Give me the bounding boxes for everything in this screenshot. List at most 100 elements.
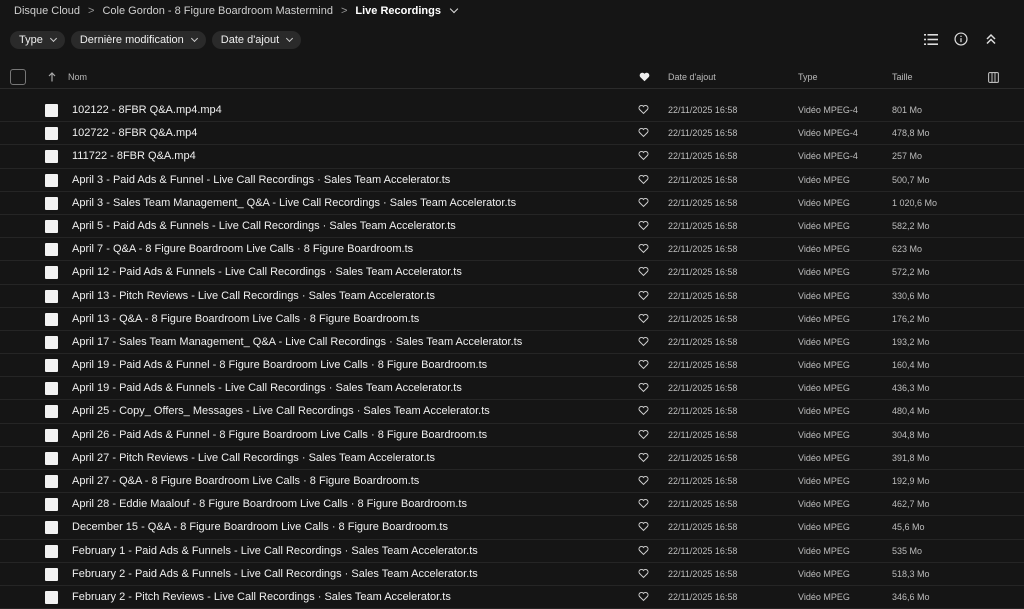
select-all-checkbox[interactable] [10,69,26,85]
table-row[interactable]: April 26 - Paid Ads & Funnel - 8 Figure … [0,424,1024,447]
file-name[interactable]: April 13 - Pitch Reviews - Live Call Rec… [72,285,435,308]
file-name[interactable]: April 19 - Paid Ads & Funnel - 8 Figure … [72,354,487,377]
table-row[interactable]: 111722 - 8FBR Q&A.mp4 22/11/2025 16:58 Vid… [0,145,1024,169]
file-name[interactable]: April 25 - Copy_ Offers_ Messages - Live… [72,400,490,423]
file-name[interactable]: April 17 - Sales Team Management_ Q&A - … [72,331,522,354]
column-header-date-added[interactable]: Date d'ajout [668,66,716,88]
table-row[interactable]: April 3 - Paid Ads & Funnel - Live Call … [0,169,1024,192]
favorite-heart-icon[interactable] [638,591,649,605]
table-row[interactable]: February 1 - Paid Ads & Funnels - Live C… [0,540,1024,563]
file-name[interactable]: 102722 - 8FBR Q&A.mp4 [72,122,197,145]
file-date-added: 22/11/2025 16:58 [668,128,738,139]
table-row[interactable]: February 2 - Paid Ads & Funnels - Live C… [0,563,1024,586]
favorite-heart-icon[interactable] [638,220,649,234]
chevron-down-icon[interactable] [449,4,459,14]
file-name[interactable]: February 1 - Paid Ads & Funnels - Live C… [72,540,478,563]
file-name[interactable]: February 2 - Paid Ads & Funnels - Live C… [72,563,478,586]
favorite-heart-icon[interactable] [638,545,649,559]
favorite-heart-icon[interactable] [638,243,649,257]
table-row[interactable]: April 3 - Sales Team Management_ Q&A - L… [0,192,1024,215]
table-row[interactable]: April 13 - Pitch Reviews - Live Call Rec… [0,285,1024,308]
file-name[interactable]: April 19 - Paid Ads & Funnels - Live Cal… [72,377,462,400]
breadcrumb-current-folder[interactable]: Live Recordings [355,5,441,17]
favorite-heart-icon[interactable] [638,359,649,373]
table-row[interactable]: April 5 - Paid Ads & Funnels - Live Call… [0,215,1024,239]
file-name[interactable]: April 3 - Sales Team Management_ Q&A - L… [72,192,516,215]
file-name[interactable]: April 5 - Paid Ads & Funnels - Live Call… [72,215,456,238]
file-name[interactable]: April 28 - Eddie Maalouf - 8 Figure Boar… [72,493,467,516]
file-name[interactable]: April 27 - Q&A - 8 Figure Boardroom Live… [72,470,419,493]
favorite-heart-icon[interactable] [638,127,649,141]
info-icon[interactable] [954,31,968,47]
favorite-heart-icon[interactable] [638,336,649,350]
favorite-heart-icon[interactable] [638,266,649,280]
file-date-added: 22/11/2025 16:58 [668,568,738,579]
table-row[interactable]: December 15 - Q&A - 8 Figure Boardroom L… [0,516,1024,540]
file-date-added: 22/11/2025 16:58 [668,267,738,278]
filter-date-added-button[interactable]: Date d'ajout [211,31,302,49]
favorite-heart-icon[interactable] [638,452,649,466]
breadcrumb-item-folder[interactable]: Cole Gordon - 8 Figure Boardroom Masterm… [102,5,332,17]
favorite-heart-icon[interactable] [638,104,649,118]
table-row[interactable]: April 7 - Q&A - 8 Figure Boardroom Live … [0,238,1024,262]
favorite-heart-icon[interactable] [638,313,649,327]
favorite-heart-icon[interactable] [638,150,649,164]
file-type: Vidéo MPEG [798,406,850,417]
breadcrumb-item-disque-cloud[interactable]: Disque Cloud [14,5,80,17]
file-name[interactable]: April 27 - Pitch Reviews - Live Call Rec… [72,447,435,470]
file-name[interactable]: April 26 - Paid Ads & Funnel - 8 Figure … [72,424,487,447]
table-row[interactable]: April 28 - Eddie Maalouf - 8 Figure Boar… [0,493,1024,517]
file-name[interactable]: April 12 - Paid Ads & Funnels - Live Cal… [72,261,462,284]
sort-arrow-icon[interactable] [48,66,56,88]
table-row[interactable]: 102722 - 8FBR Q&A.mp4 22/11/2025 16:58 Vid… [0,122,1024,146]
columns-settings-icon[interactable] [988,66,999,88]
table-row[interactable]: April 19 - Paid Ads & Funnels - Live Cal… [0,377,1024,401]
file-name[interactable]: April 13 - Q&A - 8 Figure Boardroom Live… [72,308,419,331]
list-view-icon[interactable] [924,31,938,47]
file-thumbnail [45,219,58,233]
favorite-heart-icon[interactable] [638,568,649,582]
filter-type-button[interactable]: Type [10,31,65,49]
favorite-heart-icon[interactable] [638,521,649,535]
table-row[interactable]: 102122 - 8FBR Q&A.mp4.mp4 22/11/2025 16:5… [0,99,1024,123]
chevron-down-icon [190,34,198,43]
file-name[interactable]: February 2 - Pitch Reviews - Live Call R… [72,586,451,609]
favorite-column-icon[interactable] [639,66,650,88]
table-row[interactable]: April 27 - Pitch Reviews - Live Call Rec… [0,447,1024,470]
table-row[interactable]: April 13 - Q&A - 8 Figure Boardroom Live… [0,308,1024,331]
favorite-heart-icon[interactable] [638,475,649,489]
favorite-heart-icon[interactable] [638,197,649,211]
file-thumbnail [45,359,58,373]
column-header-type[interactable]: Type [798,66,818,88]
file-thumbnail [45,196,58,210]
file-date-added: 22/11/2025 16:58 [668,591,738,602]
table-row[interactable]: April 27 - Q&A - 8 Figure Boardroom Live… [0,470,1024,494]
file-name[interactable]: December 15 - Q&A - 8 Figure Boardroom L… [72,516,448,539]
favorite-heart-icon[interactable] [638,429,649,443]
column-header-name[interactable]: Nom [68,66,87,88]
favorite-heart-icon[interactable] [638,498,649,512]
file-type: Vidéo MPEG [798,429,850,440]
favorite-heart-icon[interactable] [638,174,649,188]
table-row[interactable]: April 17 - Sales Team Management_ Q&A - … [0,331,1024,355]
favorite-heart-icon[interactable] [638,382,649,396]
file-thumbnail [45,475,58,488]
column-header-size[interactable]: Taille [892,66,913,88]
collapse-icon[interactable] [984,31,998,47]
table-row[interactable]: February 2 - Pitch Reviews - Live Call R… [0,586,1024,609]
file-name[interactable]: 102122 - 8FBR Q&A.mp4.mp4 [72,99,222,122]
favorite-heart-icon[interactable] [638,290,649,304]
file-list: 102122 - 8FBR Q&A.mp4.mp4 22/11/2025 16:5… [0,99,1024,609]
file-type: Vidéo MPEG [798,197,850,208]
filter-modified-button[interactable]: Dernière modification [70,31,206,49]
file-thumbnail [45,405,58,419]
breadcrumb-separator-icon: > [340,5,348,17]
file-name[interactable]: April 3 - Paid Ads & Funnel - Live Call … [72,169,450,192]
favorite-heart-icon[interactable] [638,405,649,419]
table-row[interactable]: April 12 - Paid Ads & Funnels - Live Cal… [0,261,1024,285]
table-row[interactable]: April 25 - Copy_ Offers_ Messages - Live… [0,400,1024,424]
file-name[interactable]: 111722 - 8FBR Q&A.mp4 [72,145,196,168]
file-date-added: 22/11/2025 16:58 [668,360,738,371]
table-row[interactable]: April 19 - Paid Ads & Funnel - 8 Figure … [0,354,1024,378]
file-name[interactable]: April 7 - Q&A - 8 Figure Boardroom Live … [72,238,413,261]
